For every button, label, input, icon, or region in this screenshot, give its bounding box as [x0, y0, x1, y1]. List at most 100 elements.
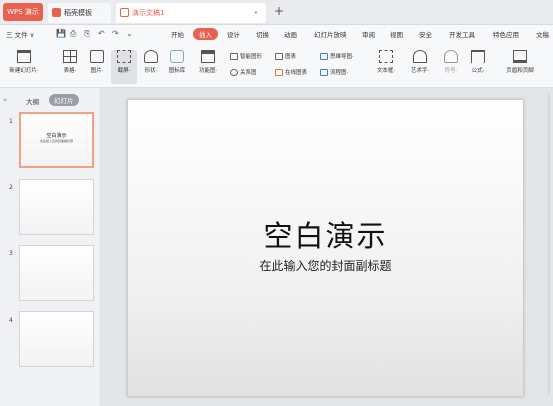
menu-bar: 三 文件 ∨ 💾 ⎙ ⎘ ↶ ↷ ⌄ 开始 插入 设计 切换 动画 幻灯片放映 … [0, 25, 553, 45]
chart-icon [275, 53, 283, 60]
table-icon [63, 50, 77, 63]
equation-label: 公式· [471, 68, 485, 74]
new-tab-button[interactable]: + [272, 4, 286, 18]
smart-art-label: 智能图形 [240, 54, 263, 60]
relation-chart-icon [230, 69, 238, 76]
icon-library-icon [170, 50, 184, 63]
menu-home[interactable]: 开始 [171, 29, 184, 39]
screenshot-icon [117, 50, 131, 63]
smart-art-icon [230, 53, 238, 60]
menu-view[interactable]: 视图 [390, 29, 403, 39]
undo-icon[interactable]: ↶ [98, 29, 105, 38]
slide-thumbnail-1[interactable]: 空白演示 在此输入您的封面副标题 [19, 112, 94, 168]
online-chart-icon [275, 69, 283, 76]
flowchart-icon [320, 69, 328, 76]
pi-icon [471, 50, 485, 63]
symbol-button[interactable]: 符号· [439, 50, 463, 74]
tab-wps-home[interactable]: WPS 演示 [3, 3, 43, 21]
preview-icon[interactable]: ⎘ [84, 29, 90, 39]
slide-number: 4 [9, 317, 13, 324]
tab-template-label: 稻壳模板 [64, 9, 92, 17]
smart-art-button[interactable]: 智能图形 [230, 52, 262, 60]
slide-number: 2 [9, 184, 13, 191]
tab-close-icon[interactable]: • [254, 3, 258, 23]
slide-thumbnail-2[interactable] [19, 179, 94, 235]
slide-number: 1 [9, 118, 13, 125]
function-chart-button[interactable]: 功能图· [194, 50, 222, 74]
mind-map-button[interactable]: 思维导图· [320, 52, 354, 60]
function-chart-icon [201, 50, 215, 63]
online-chart-label: 在线图表 [285, 70, 308, 76]
slide-thumbnail-4[interactable] [19, 311, 94, 367]
thumbnail-subtitle: 在此输入您的封面副标题 [39, 139, 73, 143]
symbol-label: 符号· [444, 68, 458, 74]
menu-features[interactable]: 特色应用 [493, 29, 519, 39]
relation-chart-label: 关系图 [240, 70, 257, 76]
print-icon[interactable]: ⎙ [70, 29, 76, 39]
menu-docer[interactable]: 文稿 [536, 29, 549, 39]
tab-document-label: 演示文稿1 [132, 9, 165, 17]
menu-design[interactable]: 设计 [227, 29, 240, 39]
redo-icon[interactable]: ↷ [112, 29, 119, 38]
table-button[interactable]: 表格· [58, 50, 82, 74]
collapse-panel-icon[interactable]: « [3, 96, 7, 104]
ribbon: 新建幻灯片· 表格· 图片· 截屏· 形状· 图标库 功能图· 智能图形 图表 … [0, 45, 553, 88]
new-slide-label: 新建幻灯片· [9, 68, 39, 74]
customize-icon[interactable]: ⌄ [126, 29, 133, 38]
presentation-icon [120, 7, 129, 17]
slide-number: 3 [9, 250, 13, 257]
chart-button[interactable]: 图表 [275, 52, 296, 60]
shapes-icon [144, 50, 158, 63]
flowchart-label: 流程图· [330, 70, 349, 76]
equation-button[interactable]: 公式· [466, 50, 490, 74]
menu-review[interactable]: 审阅 [362, 29, 375, 39]
omega-icon [444, 50, 458, 63]
outline-view-tab[interactable]: 大纲 [26, 96, 39, 106]
menu-security[interactable]: 安全 [419, 29, 432, 39]
menu-developer[interactable]: 开发工具 [449, 29, 475, 39]
slide-subtitle[interactable]: 在此输入您的封面副标题 [128, 257, 523, 274]
screenshot-label: 截屏· [117, 68, 131, 74]
shapes-button[interactable]: 形状· [139, 50, 163, 74]
shapes-label: 形状· [144, 68, 158, 74]
picture-label: 图片· [90, 68, 104, 74]
picture-button[interactable]: 图片· [85, 50, 109, 74]
mind-map-label: 思维导图· [330, 54, 354, 60]
chart-label: 图表 [285, 54, 297, 60]
slides-view-tab[interactable]: 幻灯片 [49, 94, 79, 106]
save-icon[interactable]: 💾 [56, 29, 66, 38]
menu-transition[interactable]: 切换 [256, 29, 269, 39]
function-chart-label: 功能图· [198, 68, 218, 74]
tab-document[interactable]: 演示文稿1 • [116, 3, 266, 23]
template-icon [52, 7, 61, 17]
header-footer-button[interactable]: 页眉和页脚 [500, 50, 540, 74]
icon-library-label: 图标库 [168, 68, 186, 74]
word-art-label: 艺术字· [410, 68, 430, 74]
table-label: 表格· [63, 68, 77, 74]
slide-title[interactable]: 空白演示 [128, 213, 523, 255]
mind-map-icon [320, 53, 328, 60]
vertical-scrollbar[interactable] [548, 94, 550, 394]
icon-library-button[interactable]: 图标库 [165, 50, 189, 74]
header-footer-icon [513, 50, 527, 63]
new-slide-button[interactable]: 新建幻灯片· [5, 50, 43, 74]
thumbnail-title: 空白演示 [46, 133, 67, 139]
current-slide[interactable]: 空白演示 在此输入您的封面副标题 [127, 99, 524, 397]
flowchart-button[interactable]: 流程图· [320, 68, 348, 76]
screenshot-button[interactable]: 截屏· [111, 50, 137, 84]
header-footer-label: 页眉和页脚 [506, 68, 534, 74]
menu-insert[interactable]: 插入 [193, 28, 218, 40]
word-art-button[interactable]: 艺术字· [404, 50, 436, 74]
text-box-label: 文本框· [376, 68, 396, 74]
text-box-button[interactable]: 文本框· [370, 50, 402, 74]
text-box-icon [379, 50, 393, 63]
slide-thumbnail-3[interactable] [19, 245, 94, 301]
tab-template[interactable]: 稻壳模板 [48, 3, 111, 23]
new-slide-icon [17, 50, 31, 63]
menu-animation[interactable]: 动画 [284, 29, 297, 39]
file-menu[interactable]: 三 文件 ∨ [6, 29, 34, 39]
relation-chart-button[interactable]: 关系图 [230, 68, 257, 76]
online-chart-button[interactable]: 在线图表 [275, 68, 307, 76]
picture-icon [90, 50, 104, 63]
menu-slideshow[interactable]: 幻灯片放映 [314, 29, 347, 39]
